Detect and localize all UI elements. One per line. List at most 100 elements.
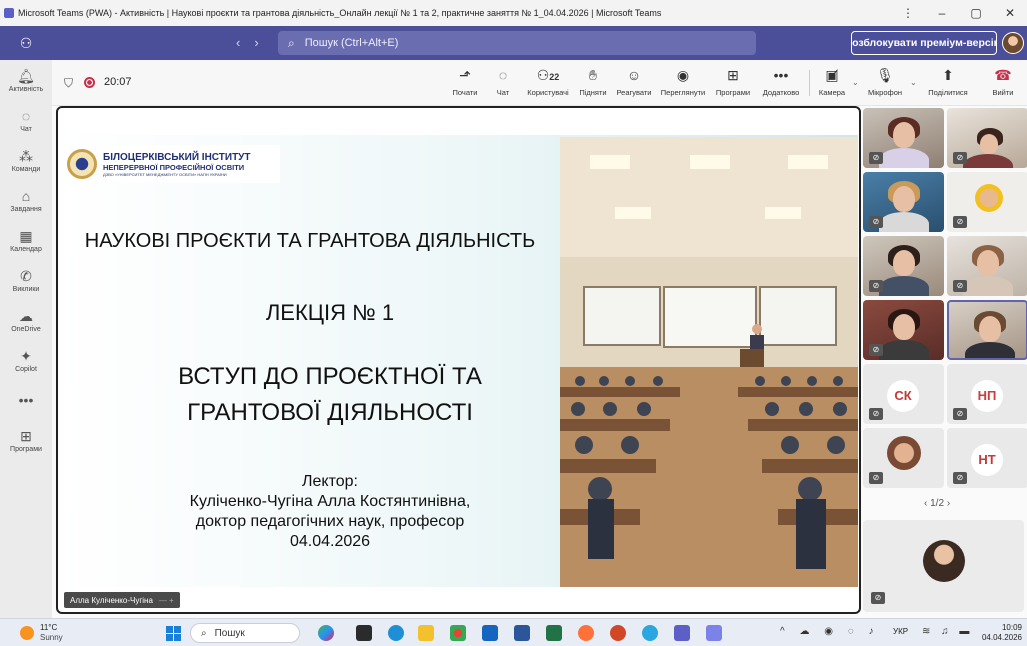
participant-avatar xyxy=(923,540,965,582)
store-app-icon[interactable] xyxy=(482,625,498,641)
meeting-timer: 20:07 xyxy=(104,76,132,88)
rail-teams[interactable]: ⁂ Команди xyxy=(0,148,52,173)
system-tray-icons[interactable]: ^ ☁ ◉ ◌ ♪ xyxy=(780,626,879,637)
rail-activity[interactable]: 🔔︎ Активність xyxy=(0,68,52,93)
clock-date[interactable]: 04.04.2026 xyxy=(976,633,1022,642)
edge-browser-icon[interactable] xyxy=(388,625,404,641)
react-button[interactable]: ☺ Реагувати xyxy=(614,66,654,97)
slide-subtitle-line2: ГРАНТОВОЇ ДІЯЛЬНОСТІ xyxy=(187,399,473,426)
teams-pwa-app-icon[interactable] xyxy=(706,625,722,641)
camera-options-chevron-icon[interactable]: ⌄ xyxy=(852,78,859,87)
participant-avatar xyxy=(975,184,1003,212)
participant-tile[interactable]: ⊘ xyxy=(863,300,944,360)
participant-tile[interactable]: ⊘ xyxy=(863,428,944,488)
participants-pager[interactable]: ‹ 1/2 › xyxy=(924,498,950,509)
participant-tile[interactable]: ⊘ xyxy=(947,172,1027,232)
mic-options-chevron-icon[interactable]: ⌄ xyxy=(910,78,917,87)
participant-tile[interactable]: НП ⊘ xyxy=(947,364,1027,424)
participant-face xyxy=(979,316,1001,342)
task-view-icon[interactable] xyxy=(356,625,372,641)
minimize-button[interactable]: – xyxy=(925,6,959,20)
institute-emblem-icon xyxy=(67,149,97,179)
clock-time[interactable]: 10:09 xyxy=(980,623,1022,632)
search-input[interactable]: ⌕ Пошук (Ctrl+Alt+E) xyxy=(278,31,756,55)
file-explorer-icon[interactable] xyxy=(418,625,434,641)
widgets-app-icon[interactable] xyxy=(318,625,334,641)
mic-muted-icon: ⊘ xyxy=(869,280,883,292)
view-button[interactable]: ◉ Переглянути xyxy=(658,66,708,97)
more-button[interactable]: ••• Додатково xyxy=(758,66,804,97)
start-button[interactable] xyxy=(166,626,181,641)
rail-calendar[interactable]: ▦ Календар xyxy=(0,228,52,253)
participant-tile[interactable]: НТ ⊘ xyxy=(947,428,1027,488)
search-placeholder: Пошук (Ctrl+Alt+E) xyxy=(304,37,399,49)
network-volume-battery-icons[interactable]: ≋ ♫ ▬ xyxy=(922,626,973,637)
premium-button[interactable]: Розблокувати преміум-версію xyxy=(851,31,997,55)
input-language[interactable]: УКР xyxy=(893,627,908,636)
people-button[interactable]: ⚇22 Користувачі xyxy=(524,66,572,97)
prev-page-icon[interactable]: ‹ xyxy=(924,498,927,509)
rail-calls[interactable]: ✆ Виклики xyxy=(0,268,52,293)
view-icon: ◉ xyxy=(676,67,690,83)
history-navigation[interactable]: ‹› xyxy=(236,35,273,50)
taskbar-search-input[interactable]: ⌕ Пошук xyxy=(190,623,300,643)
participant-tile[interactable]: ⊘ xyxy=(947,236,1027,296)
mic-muted-icon: ⊘ xyxy=(953,152,967,164)
lecturer-name: Куліченко-Чугіна Алла Костянтинівна, xyxy=(189,493,471,510)
next-page-icon[interactable]: › xyxy=(947,498,950,509)
participant-tile[interactable]: ⊘ xyxy=(947,108,1027,168)
participant-tile-speaking[interactable] xyxy=(947,300,1027,360)
apps-button[interactable]: ⊞ Програми xyxy=(710,66,756,97)
chat-button[interactable]: ◌ Чат xyxy=(492,66,514,97)
leave-button[interactable]: ☎ Вийти xyxy=(988,66,1018,97)
close-button[interactable]: ✕ xyxy=(993,6,1027,20)
start-button[interactable]: ⬏ Почати xyxy=(450,66,480,97)
shield-icon[interactable]: ⛉ xyxy=(64,76,73,91)
powerpoint-app-icon[interactable] xyxy=(610,625,626,641)
weather-condition: Sunny xyxy=(40,633,63,642)
rail-more[interactable]: ••• xyxy=(0,392,52,408)
mic-muted-icon: ⊘ xyxy=(869,408,883,420)
lecture-date: 04.04.2026 xyxy=(289,533,371,550)
mic-muted-icon: ⊘ xyxy=(871,592,885,604)
participant-tile[interactable]: ⊘ xyxy=(863,108,944,168)
forward-icon[interactable]: › xyxy=(254,35,272,50)
participant-face xyxy=(977,250,999,276)
window-menu-icon[interactable]: ⋮ xyxy=(891,6,925,20)
avatar[interactable] xyxy=(1002,32,1024,54)
rail-apps[interactable]: ⊞ Програми xyxy=(0,428,52,453)
word-app-icon[interactable] xyxy=(514,625,530,641)
maximize-button[interactable]: ▢ xyxy=(959,6,993,20)
classroom-illustration xyxy=(560,137,858,587)
participant-tile[interactable]: ⊘ xyxy=(863,236,944,296)
assignments-icon: ⌂ xyxy=(21,188,31,204)
participant-tile[interactable]: ⊘ xyxy=(863,172,944,232)
teams-app-icon xyxy=(4,8,14,18)
sun-icon[interactable] xyxy=(20,626,34,640)
back-icon[interactable]: ‹ xyxy=(236,35,254,50)
firefox-browser-icon[interactable] xyxy=(578,625,594,641)
teams-app-icon[interactable] xyxy=(674,625,690,641)
raise-hand-button[interactable]: ✋︎ Підняти xyxy=(577,66,609,97)
excel-app-icon[interactable] xyxy=(546,625,562,641)
participant-tile[interactable]: СК ⊘ xyxy=(863,364,944,424)
rail-assignments[interactable]: ⌂ Завдання xyxy=(0,188,52,213)
rail-copilot[interactable]: ✦ Copilot xyxy=(0,348,52,373)
institute-logo: БІЛОЦЕРКІВСЬКИЙ ІНСТИТУТ НЕПЕРЕРВНОЇ ПРО… xyxy=(65,145,280,183)
self-view-tile[interactable]: ⊘ xyxy=(863,520,1024,612)
mic-muted-icon: ⊘ xyxy=(953,408,967,420)
share-button[interactable]: ⬆ Поділитися xyxy=(924,66,972,97)
rail-chat[interactable]: ◌ Чат xyxy=(0,108,52,133)
raise-hand-icon: ✋︎ xyxy=(589,67,597,83)
share-icon: ⬆ xyxy=(942,67,954,83)
camera-button[interactable]: ▣̸ Камера xyxy=(814,66,850,97)
microphone-button[interactable]: 🎙︎ Мікрофон xyxy=(864,66,906,97)
teams-logo-icon[interactable]: ⚇ xyxy=(0,35,52,52)
chrome-browser-icon[interactable] xyxy=(450,625,466,641)
rail-onedrive[interactable]: ☁ OneDrive xyxy=(0,308,52,333)
app-rail: 🔔︎ Активність ◌ Чат ⁂ Команди ⌂ Завдання… xyxy=(0,60,52,618)
more-icon: ••• xyxy=(773,67,789,83)
slide-lecture-number: ЛЕКЦІЯ № 1 xyxy=(265,300,395,325)
telegram-app-icon[interactable] xyxy=(642,625,658,641)
onedrive-icon: ☁ xyxy=(19,308,33,324)
